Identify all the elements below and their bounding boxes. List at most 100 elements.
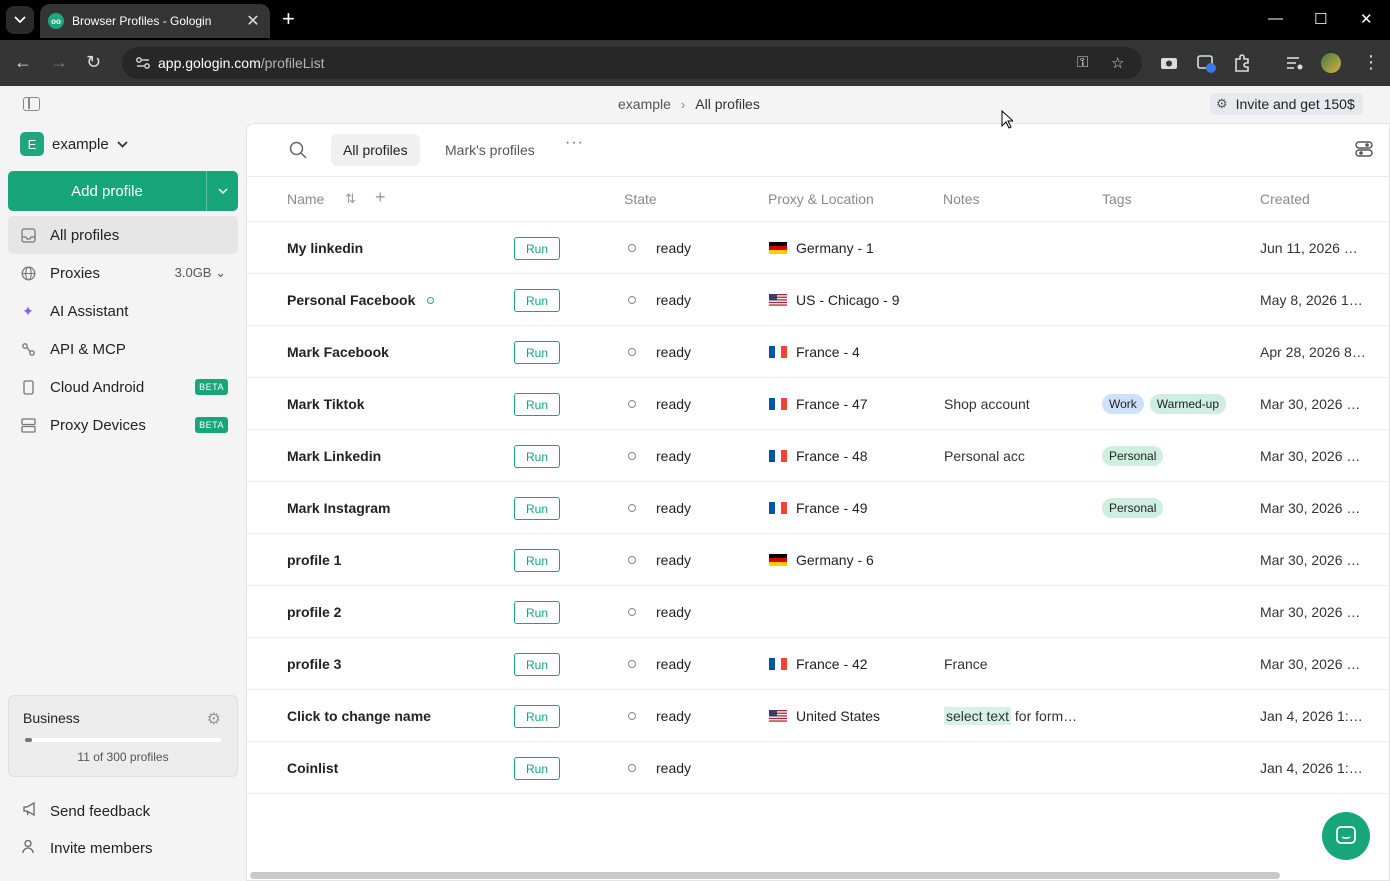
profile-name[interactable]: profile 3 [287, 638, 507, 690]
table-row[interactable]: Mark Linkedin Run ready France - 48 Personal… [247, 430, 1389, 482]
profile-notes[interactable] [944, 534, 1094, 586]
send-feedback-link[interactable]: Send feedback [22, 801, 150, 820]
maximize-icon[interactable]: ☐ [1314, 10, 1327, 28]
profile-tags[interactable]: Personal [1102, 430, 1242, 482]
browser-tab[interactable]: oo Browser Profiles - Gologin ✕ [40, 4, 270, 38]
invite-members-link[interactable]: Invite members [22, 839, 153, 858]
profile-notes[interactable]: select text for form… [944, 690, 1094, 742]
password-key-icon[interactable]: ⚿ [1077, 54, 1088, 71]
profile-name[interactable]: profile 2 [287, 586, 507, 638]
run-button[interactable]: Run [514, 757, 560, 780]
run-button[interactable]: Run [514, 237, 560, 260]
table-settings-icon[interactable] [1355, 140, 1373, 158]
horizontal-scrollbar[interactable] [250, 872, 1280, 879]
sidebar-item-cloud-android[interactable]: Cloud Android BETA [8, 368, 238, 406]
run-button[interactable]: Run [514, 393, 560, 416]
extensions-puzzle-icon[interactable] [1232, 53, 1252, 73]
sidebar-item-proxy-devices[interactable]: Proxy Devices BETA [8, 406, 238, 444]
add-profile-button[interactable]: Add profile [8, 171, 206, 211]
camera-extension-icon[interactable] [1159, 53, 1179, 73]
profile-notes[interactable] [944, 482, 1094, 534]
breadcrumb-workspace[interactable]: example [618, 96, 671, 112]
table-row[interactable]: profile 3 Run ready France - 42 France Mar 30… [247, 638, 1389, 690]
tag-badge[interactable]: Work [1102, 394, 1144, 414]
profile-proxy[interactable]: US - Chicago - 9 [769, 274, 939, 326]
profile-tags[interactable] [1102, 274, 1242, 326]
profile-name[interactable]: Mark Tiktok [287, 378, 507, 430]
profile-tags[interactable] [1102, 742, 1242, 794]
new-tab-button[interactable]: + [282, 8, 295, 30]
run-button[interactable]: Run [514, 341, 560, 364]
profile-avatar[interactable] [1321, 53, 1341, 73]
profile-tags[interactable] [1102, 586, 1242, 638]
profile-proxy[interactable]: France - 42 [769, 638, 939, 690]
tab-groups-extension-icon[interactable] [1196, 53, 1216, 73]
back-icon[interactable]: ← [14, 52, 32, 72]
profile-notes[interactable]: Shop account [944, 378, 1094, 430]
close-tab-icon[interactable]: ✕ [244, 11, 262, 31]
gear-icon[interactable]: ⚙ [207, 709, 221, 729]
profile-notes[interactable] [944, 586, 1094, 638]
profile-name[interactable]: profile 1 [287, 534, 507, 586]
run-button[interactable]: Run [514, 289, 560, 312]
column-header-notes[interactable]: Notes [943, 191, 980, 207]
site-settings-icon[interactable] [134, 54, 152, 72]
profile-notes[interactable] [944, 326, 1094, 378]
profile-name[interactable]: Personal Facebook [287, 274, 507, 326]
tag-badge[interactable]: Personal [1102, 498, 1164, 518]
profile-tags[interactable]: Personal [1102, 482, 1242, 534]
column-header-tags[interactable]: Tags [1102, 191, 1132, 207]
profile-proxy[interactable] [769, 742, 939, 794]
profile-name[interactable]: Coinlist [287, 742, 507, 794]
profile-notes[interactable] [944, 742, 1094, 794]
media-controls-icon[interactable] [1285, 53, 1305, 73]
plan-card[interactable]: Business ⚙ 11 of 300 profiles [8, 695, 238, 777]
invite-button[interactable]: ⚙ Invite and get 150$ [1210, 93, 1363, 115]
table-row[interactable]: Coinlist Run ready Jan 4, 2026 1:… [247, 742, 1389, 794]
tab-search-button[interactable] [6, 6, 34, 34]
profile-proxy[interactable]: France - 49 [769, 482, 939, 534]
profile-notes[interactable] [944, 274, 1094, 326]
bookmark-star-icon[interactable]: ☆ [1111, 54, 1124, 72]
reload-icon[interactable]: ↻ [86, 52, 101, 72]
column-header-name[interactable]: Name [287, 191, 324, 207]
run-button[interactable]: Run [514, 705, 560, 728]
column-header-state[interactable]: State [624, 191, 657, 207]
folder-tab-marks-profiles[interactable]: Mark's profiles [433, 134, 547, 166]
run-button[interactable]: Run [514, 445, 560, 468]
search-icon[interactable] [289, 141, 307, 159]
profile-proxy[interactable]: France - 4 [769, 326, 939, 378]
sidebar-item-ai-assistant[interactable]: ✦ AI Assistant [8, 292, 238, 330]
support-chat-button[interactable] [1322, 812, 1370, 860]
table-row[interactable]: Mark Facebook Run ready France - 4 Apr 28, 2… [247, 326, 1389, 378]
table-row[interactable]: Mark Instagram Run ready France - 49 Persona… [247, 482, 1389, 534]
run-button[interactable]: Run [514, 653, 560, 676]
browser-menu-icon[interactable]: ⋮ [1362, 52, 1380, 72]
table-row[interactable]: Personal Facebook Run ready US - Chicago - … [247, 274, 1389, 326]
profile-tags[interactable] [1102, 638, 1242, 690]
profile-tags[interactable]: Work Warmed-up [1102, 378, 1242, 430]
profile-tags[interactable] [1102, 222, 1242, 274]
column-header-created[interactable]: Created [1260, 191, 1310, 207]
forward-icon[interactable]: → [50, 52, 68, 72]
address-bar[interactable]: app.gologin.com/profileList ⚿ ☆ [122, 47, 1142, 79]
profile-name[interactable]: Mark Instagram [287, 482, 507, 534]
sidebar-item-api-mcp[interactable]: API & MCP [8, 330, 238, 368]
sidebar-toggle-icon[interactable] [23, 97, 40, 111]
profile-name[interactable]: Click to change name [287, 690, 507, 742]
run-button[interactable]: Run [514, 549, 560, 572]
profile-notes[interactable]: France [944, 638, 1094, 690]
profile-proxy[interactable]: France - 48 [769, 430, 939, 482]
close-window-icon[interactable]: ✕ [1360, 10, 1373, 28]
profile-tags[interactable] [1102, 326, 1242, 378]
run-button[interactable]: Run [514, 601, 560, 624]
profile-notes[interactable] [944, 222, 1094, 274]
minimize-icon[interactable]: — [1268, 10, 1283, 27]
profile-proxy[interactable] [769, 586, 939, 638]
profile-proxy[interactable]: Germany - 1 [769, 222, 939, 274]
table-row[interactable]: Click to change name Run ready United State… [247, 690, 1389, 742]
add-column-icon[interactable]: + [375, 187, 386, 208]
workspace-switcher[interactable]: E example [20, 132, 128, 156]
sidebar-item-all-profiles[interactable]: All profiles [8, 216, 238, 254]
sidebar-item-proxies[interactable]: Proxies 3.0GB ⌄ [8, 254, 238, 292]
